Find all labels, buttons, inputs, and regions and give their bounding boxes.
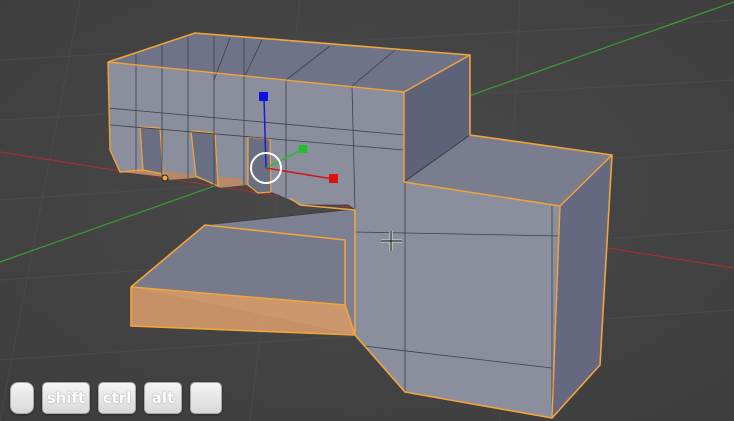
gizmo-z-handle[interactable] — [259, 92, 268, 101]
viewport-canvas[interactable] — [0, 0, 734, 421]
extra-key — [190, 382, 222, 414]
ctrl-key: ctrl — [98, 382, 136, 414]
alt-key: alt — [144, 382, 182, 414]
3d-viewport[interactable]: shift ctrl alt — [0, 0, 734, 421]
object-origin-dot — [161, 174, 169, 182]
shift-key: shift — [42, 382, 90, 414]
mouse-icon — [10, 382, 34, 414]
gizmo-x-handle[interactable] — [329, 174, 338, 183]
gizmo-y-handle[interactable] — [299, 145, 307, 153]
slot-1-recess — [139, 126, 164, 175]
key-press-overlay: shift ctrl alt — [10, 382, 222, 414]
